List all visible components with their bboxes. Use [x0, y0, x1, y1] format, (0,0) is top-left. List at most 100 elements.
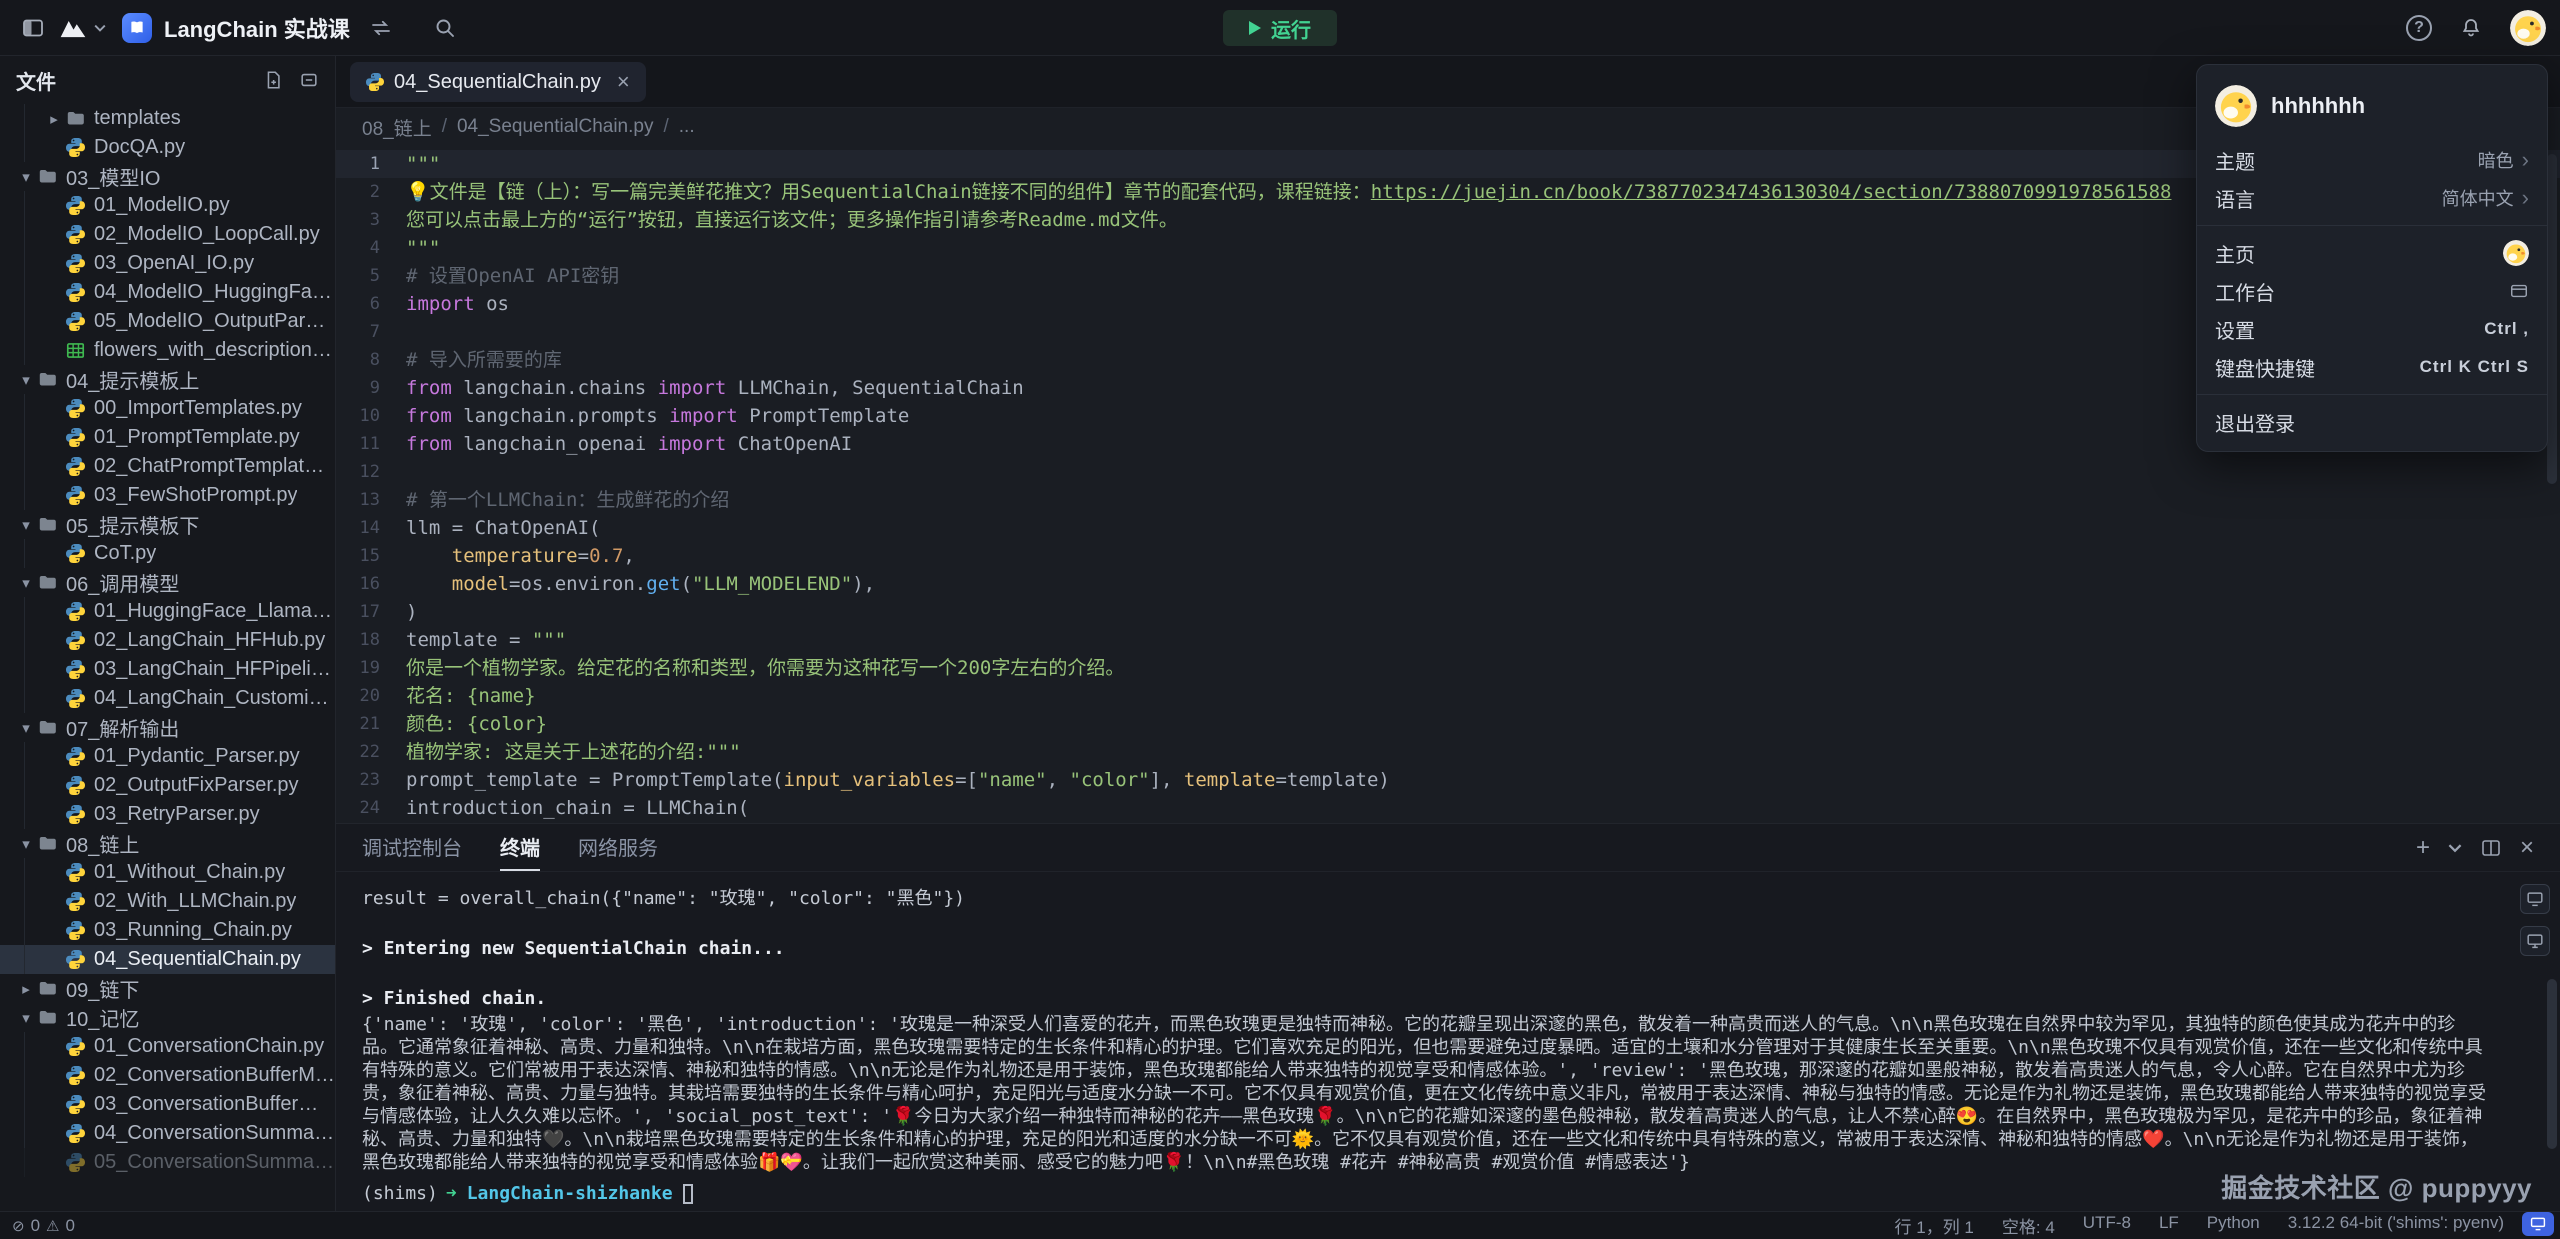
code-line[interactable]: 16 model=os.environ.get("LLM_MODELEND"),: [336, 570, 2560, 598]
tree-file-item[interactable]: 01_Without_Chain.py: [0, 858, 335, 887]
tree-file-item[interactable]: DocQA.py: [0, 133, 335, 162]
toggle-sidebar-button[interactable]: [14, 9, 52, 47]
code-line[interactable]: 20花名: {name}: [336, 682, 2560, 710]
tree-file-item[interactable]: 05_ModelIO_OutputParser.py: [0, 307, 335, 336]
run-button[interactable]: 运行: [1223, 10, 1337, 46]
status-cursor-position[interactable]: 行 1，列 1: [1895, 1213, 1974, 1238]
tree-file-item[interactable]: 02_OutputFixParser.py: [0, 771, 335, 800]
line-number: 9: [336, 374, 406, 402]
new-terminal-button[interactable]: +: [2416, 836, 2430, 860]
menu-item-logout[interactable]: 退出登录: [2197, 403, 2547, 441]
status-encoding[interactable]: UTF-8: [2083, 1213, 2131, 1238]
chevron-down-icon[interactable]: [2448, 843, 2462, 853]
remote-indicator-button[interactable]: [2522, 1212, 2554, 1236]
tree-file-item[interactable]: 02_ChatPromptTemplate.py: [0, 452, 335, 481]
menu-item-language[interactable]: 语言 简体中文 ›: [2197, 179, 2547, 217]
tree-folder-item[interactable]: ▾04_提示模板上: [0, 365, 335, 394]
tree-file-item[interactable]: 01_Pydantic_Parser.py: [0, 742, 335, 771]
tree-folder-item[interactable]: ▾10_记忆: [0, 1003, 335, 1032]
tree-file-item[interactable]: 03_ConversationBufferWindo...: [0, 1090, 335, 1119]
folder-icon: [38, 573, 57, 592]
problems-indicator[interactable]: ⊘ 0 ⚠ 0: [12, 1216, 75, 1236]
code-line[interactable]: 15 temperature=0.7,: [336, 542, 2560, 570]
terminal-prompt[interactable]: (shims)➜LangChain-shizhanke: [362, 1180, 2490, 1208]
code-line[interactable]: 23prompt_template = PromptTemplate(input…: [336, 766, 2560, 794]
split-panel-icon[interactable]: [2480, 837, 2502, 859]
switch-project-button[interactable]: [362, 9, 400, 47]
search-button[interactable]: [426, 9, 464, 47]
tree-folder-item[interactable]: ▸templates: [0, 104, 335, 133]
breadcrumb-segment[interactable]: 04_SequentialChain.py: [457, 116, 654, 138]
tree-file-item[interactable]: 04_ModelIO_HuggingFace.py: [0, 278, 335, 307]
tree-file-item[interactable]: 02_ConversationBufferMemor...: [0, 1061, 335, 1090]
tree-folder-item[interactable]: ▾06_调用模型: [0, 568, 335, 597]
code-line[interactable]: 14llm = ChatOpenAI(: [336, 514, 2560, 542]
tree-file-item[interactable]: 03_FewShotPrompt.py: [0, 481, 335, 510]
tree-folder-item[interactable]: ▾08_链上: [0, 829, 335, 858]
tree-file-item[interactable]: 02_With_LLMChain.py: [0, 887, 335, 916]
code-line[interactable]: 13# 第一个LLMChain：生成鲜花的介绍: [336, 486, 2560, 514]
tree-file-item[interactable]: 03_RetryParser.py: [0, 800, 335, 829]
menu-item-home[interactable]: 主页: [2197, 234, 2547, 272]
user-avatar[interactable]: [2510, 10, 2546, 46]
breadcrumb-segment[interactable]: 08_链上: [362, 114, 432, 141]
new-file-icon[interactable]: [263, 69, 283, 91]
menu-item-keyboard-shortcuts[interactable]: 键盘快捷键 Ctrl K Ctrl S: [2197, 348, 2547, 386]
terminal-tab-terminal[interactable]: 终端: [500, 824, 540, 871]
code-line[interactable]: 17): [336, 598, 2560, 626]
tree-folder-item[interactable]: ▾03_模型IO: [0, 162, 335, 191]
code-line[interactable]: 24introduction_chain = LLMChain(: [336, 794, 2560, 822]
terminal-output[interactable]: result = overall_chain({"name": "玫瑰", "c…: [336, 872, 2560, 1211]
menu-item-settings[interactable]: 设置 Ctrl ,: [2197, 310, 2547, 348]
menu-item-right: [2509, 281, 2529, 301]
tree-folder-item[interactable]: ▸09_链下: [0, 974, 335, 1003]
tree-item-label: 04_提示模板上: [66, 365, 199, 394]
tree-file-item[interactable]: 02_ModelIO_LoopCall.py: [0, 220, 335, 249]
open-preview-button[interactable]: [2520, 884, 2550, 914]
terminal-scrollbar[interactable]: [2547, 979, 2557, 1149]
status-language[interactable]: Python: [2207, 1213, 2260, 1238]
terminal-tab-network[interactable]: 网络服务: [578, 824, 658, 871]
code-line[interactable]: 12: [336, 458, 2560, 486]
tree-file-item[interactable]: CoT.py: [0, 539, 335, 568]
editor-tab[interactable]: 04_SequentialChain.py ×: [350, 62, 646, 102]
terminal-tab-debug-console[interactable]: 调试控制台: [362, 824, 462, 871]
tree-file-item[interactable]: 04_LangChain_CustomizeMod...: [0, 684, 335, 713]
menu-item-workspace[interactable]: 工作台: [2197, 272, 2547, 310]
tree-file-item[interactable]: 01_ModelIO.py: [0, 191, 335, 220]
status-interpreter[interactable]: 3.12.2 64-bit ('shims': pyenv): [2288, 1213, 2504, 1238]
notifications-button[interactable]: [2452, 9, 2490, 47]
tree-file-item[interactable]: 03_Running_Chain.py: [0, 916, 335, 945]
collapse-folders-icon[interactable]: [299, 70, 319, 90]
tree-file-item[interactable]: 04_SequentialChain.py: [0, 945, 335, 974]
python-file-icon: [66, 660, 85, 679]
menu-item-theme[interactable]: 主题 暗色 ›: [2197, 141, 2547, 179]
close-tab-icon[interactable]: ×: [617, 71, 630, 93]
status-eol[interactable]: LF: [2159, 1213, 2179, 1238]
tree-file-item[interactable]: 04_ConversationSummaryMe...: [0, 1119, 335, 1148]
tree-folder-item[interactable]: ▾07_解析输出: [0, 713, 335, 742]
code-line[interactable]: 18template = """: [336, 626, 2560, 654]
menu-item-label: 主题: [2215, 146, 2255, 175]
tree-file-item[interactable]: 03_LangChain_HFPipeline.py: [0, 655, 335, 684]
code-line[interactable]: 21颜色: {color}: [336, 710, 2560, 738]
tree-file-item[interactable]: flowers_with_descriptions.csv: [0, 336, 335, 365]
breadcrumb-segment[interactable]: ...: [679, 116, 695, 138]
status-indentation[interactable]: 空格: 4: [2002, 1213, 2055, 1238]
help-button[interactable]: ?: [2406, 15, 2432, 41]
tree-file-item[interactable]: 01_HuggingFace_Llama.py: [0, 597, 335, 626]
tree-file-item[interactable]: 01_ConversationChain.py: [0, 1032, 335, 1061]
tree-file-item[interactable]: 03_OpenAI_IO.py: [0, 249, 335, 278]
project-title[interactable]: LangChain 实战课: [164, 12, 350, 44]
code-line[interactable]: 22植物学家: 这是关于上述花的介绍:""": [336, 738, 2560, 766]
editor-scrollbar[interactable]: [2547, 154, 2557, 484]
tree-file-item[interactable]: 02_LangChain_HFHub.py: [0, 626, 335, 655]
close-panel-icon[interactable]: ×: [2520, 836, 2534, 860]
tree-file-item[interactable]: 00_ImportTemplates.py: [0, 394, 335, 423]
tree-folder-item[interactable]: ▾05_提示模板下: [0, 510, 335, 539]
tree-file-item[interactable]: 01_PromptTemplate.py: [0, 423, 335, 452]
tree-file-item[interactable]: 05_ConversationSummaryBuff...: [0, 1148, 335, 1177]
code-line[interactable]: 19你是一个植物学家。给定花的名称和类型，你需要为这种花写一个200字左右的介绍…: [336, 654, 2560, 682]
open-external-button[interactable]: [2520, 926, 2550, 956]
app-logo[interactable]: [58, 16, 106, 40]
